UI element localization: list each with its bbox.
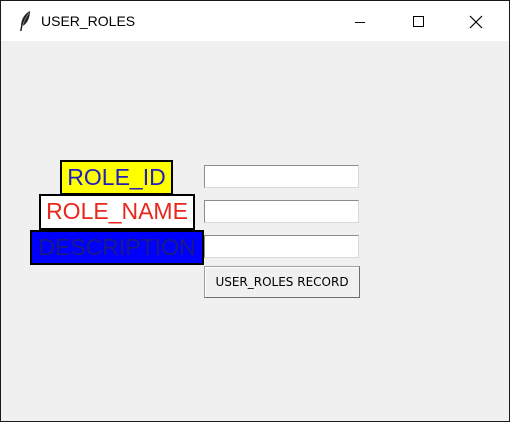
- maximize-button[interactable]: [389, 1, 447, 41]
- app-window: USER_ROLES ROLE_ID ROLE_NAME DESCRIPTION…: [0, 0, 510, 422]
- feather-icon: [18, 10, 32, 32]
- window-title: USER_ROLES: [41, 13, 136, 29]
- role-id-input[interactable]: [204, 165, 359, 188]
- description-input[interactable]: [204, 235, 359, 258]
- maximize-icon: [413, 16, 424, 27]
- close-button[interactable]: [447, 1, 505, 41]
- role-name-label: ROLE_NAME: [39, 194, 195, 230]
- minimize-icon: [355, 22, 365, 23]
- title-bar[interactable]: USER_ROLES: [1, 1, 509, 41]
- close-icon: [469, 15, 483, 29]
- description-label: DESCRIPTION: [30, 230, 204, 265]
- minimize-button[interactable]: [331, 1, 389, 41]
- user-roles-record-button[interactable]: USER_ROLES RECORD: [204, 266, 360, 298]
- role-name-input[interactable]: [204, 200, 359, 223]
- role-id-label: ROLE_ID: [60, 160, 173, 195]
